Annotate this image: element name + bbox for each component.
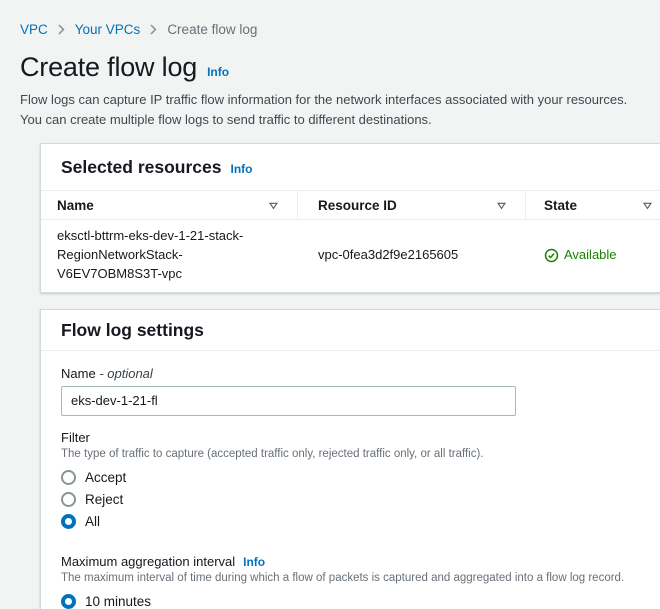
filter-label: Filter — [61, 430, 641, 445]
breadcrumb-current: Create flow log — [167, 22, 258, 37]
sort-icon[interactable] — [496, 200, 507, 211]
cell-resource-id: vpc-0fea3d2f9e2165605 — [298, 227, 526, 284]
selected-resources-title: Selected resources — [61, 157, 222, 177]
create-flow-log-page: VPC Your VPCs Create flow log Create flo… — [0, 0, 660, 609]
aggregation-description: The maximum interval of time during whic… — [61, 571, 625, 584]
radio-label: Reject — [85, 492, 124, 508]
aggregation-label-text: Maximum aggregation interval — [61, 553, 236, 569]
page-description: Flow logs can capture IP traffic flow in… — [20, 92, 628, 127]
column-header-state: State — [544, 197, 578, 213]
page-title: Create flow log — [20, 52, 198, 82]
breadcrumb-link-your-vpcs[interactable]: Your VPCs — [75, 22, 141, 37]
sort-icon[interactable] — [268, 200, 279, 211]
aggregation-info-link[interactable]: Info — [243, 555, 265, 569]
breadcrumb: VPC Your VPCs Create flow log — [20, 22, 660, 37]
status-badge: Available — [544, 246, 617, 265]
aggregation-group: Maximum aggregation interval Info The ma… — [61, 554, 641, 609]
aggregation-label: Maximum aggregation interval Info — [61, 554, 641, 569]
radio-label: All — [85, 514, 101, 530]
cell-name: eksctl-bttrm-eks-dev-1-21-stack-RegionNe… — [57, 228, 244, 281]
name-field-group: Name - optional — [61, 366, 641, 416]
flow-log-name-input[interactable] — [61, 385, 516, 416]
filter-radio-group: Accept Reject All — [61, 467, 641, 533]
breadcrumb-link-vpc[interactable]: VPC — [20, 22, 48, 37]
radio-option-accept[interactable]: Accept — [61, 467, 641, 489]
page-title-info-link[interactable]: Info — [207, 65, 229, 79]
radio-option-all[interactable]: All — [61, 511, 641, 533]
filter-label-text: Filter — [61, 429, 90, 445]
radio-label: Accept — [85, 470, 127, 486]
radio-option-reject[interactable]: Reject — [61, 489, 641, 511]
aggregation-radio-group: 10 minutes 1 minute — [61, 591, 641, 609]
status-text: Available — [564, 246, 617, 262]
radio-icon[interactable] — [61, 492, 76, 508]
selected-resources-info-link[interactable]: Info — [231, 162, 253, 176]
chevron-right-icon — [57, 24, 66, 35]
sort-icon[interactable] — [642, 200, 653, 211]
column-header-name: Name — [57, 197, 94, 213]
flow-log-settings-card: Flow log settings Name - optional Filter — [40, 308, 660, 609]
name-label-text: Name — [61, 365, 96, 381]
table-row[interactable]: eksctl-bttrm-eks-dev-1-21-stack-RegionNe… — [41, 219, 660, 292]
radio-selected-icon[interactable] — [61, 514, 76, 530]
name-field-label: Name - optional — [61, 366, 641, 381]
filter-group: Filter The type of traffic to capture (a… — [61, 430, 641, 533]
cell-state: Available — [526, 227, 660, 284]
filter-description: The type of traffic to capture (accepted… — [61, 447, 484, 460]
resource-id-text: vpc-0fea3d2f9e2165605 — [318, 246, 459, 262]
flow-log-settings-title: Flow log settings — [61, 319, 204, 340]
selected-resources-card: Selected resources Info Name Resource ID — [40, 143, 660, 293]
column-header-resource-id: Resource ID — [318, 197, 397, 213]
table-header-row: Name Resource ID State — [41, 190, 660, 219]
chevron-right-icon — [149, 24, 158, 35]
optional-label: - optional — [99, 365, 153, 381]
radio-option-10-minutes[interactable]: 10 minutes — [61, 591, 641, 609]
radio-selected-icon[interactable] — [61, 594, 76, 609]
radio-icon[interactable] — [61, 470, 76, 486]
radio-label: 10 minutes — [85, 594, 152, 609]
check-circle-icon — [544, 248, 559, 263]
